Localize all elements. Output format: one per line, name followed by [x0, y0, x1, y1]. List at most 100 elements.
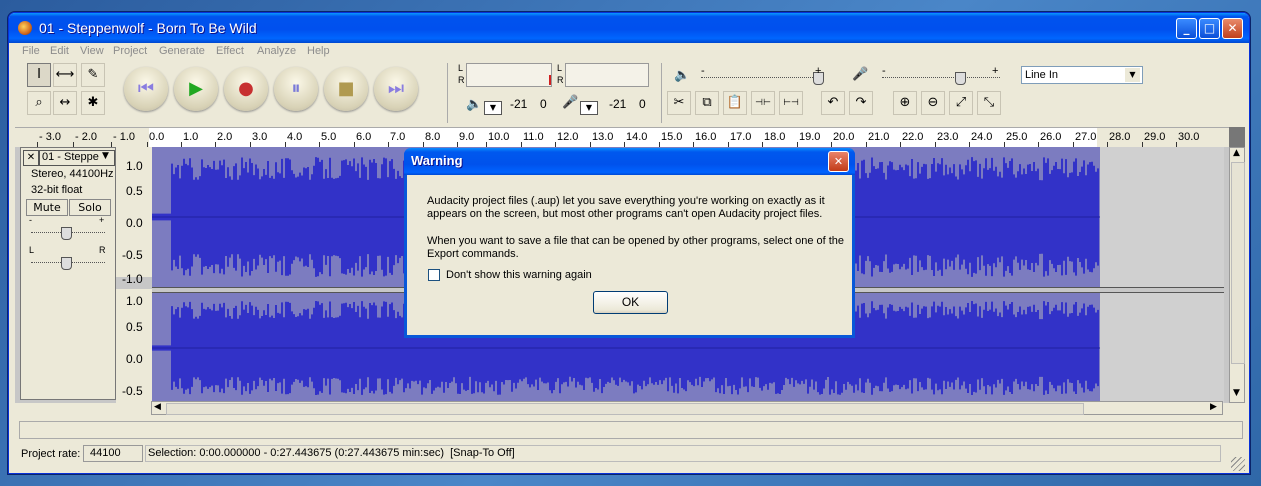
track-control-panel: ✕ 01 - Steppe ▼ Stereo, 44100Hz 32-bit f… [20, 147, 116, 400]
menu-generate[interactable]: Generate [159, 45, 205, 57]
menu-file[interactable]: File [22, 45, 40, 57]
scale-label: -1.0 [122, 272, 143, 286]
warning-dialog: Warning ✕ Audacity project files (.aup) … [404, 148, 855, 338]
solo-button[interactable]: Solo [69, 199, 111, 216]
silence-icon[interactable]: ⊢⊣ [779, 91, 803, 115]
empty-timeline-area[interactable] [1100, 147, 1224, 287]
input-source-select[interactable]: Line In ▼ [1021, 66, 1143, 84]
speaker-icon[interactable]: 🔈 [466, 97, 482, 112]
paste-icon[interactable]: 📋 [723, 91, 747, 115]
empty-timeline-area[interactable] [1100, 293, 1224, 403]
zoom-out-icon[interactable]: ⊖ [921, 91, 945, 115]
envelope-tool[interactable]: ⟷ [53, 63, 77, 87]
draw-tool[interactable]: ✎ [81, 63, 105, 87]
trim-icon[interactable]: ⊣⊢ [751, 91, 775, 115]
ruler-tick-label: 0.0 [149, 131, 165, 143]
track-close-button[interactable]: ✕ [23, 150, 39, 166]
redo-icon[interactable]: ↷ [849, 91, 873, 115]
ruler-tick-label: 24.0 [971, 131, 993, 143]
scale-label: 0.5 [126, 320, 143, 334]
timeline-ruler[interactable]: - 3.0 - 2.0 - 1.0 0.0 1.0 2.0 3.0 4.0 5.0 6.0 7.0 8… [15, 127, 1229, 149]
dialog-title: Warning [411, 153, 463, 168]
menu-help[interactable]: Help [307, 45, 330, 57]
horizontal-scrollbar[interactable]: ◀ ▶ [151, 401, 1223, 415]
menu-analyze[interactable]: Analyze [257, 45, 296, 57]
gain-slider-thumb[interactable] [61, 227, 72, 240]
menu-effect[interactable]: Effect [216, 45, 244, 57]
scroll-down-icon[interactable]: ▼ [1233, 388, 1240, 398]
title-bar[interactable]: 01 - Steppenwolf - Born To Be Wild _ □ ✕ [9, 13, 1249, 43]
ruler-tick-label: 14.0 [626, 131, 648, 143]
ruler-tick-label: - 3.0 [39, 131, 62, 143]
zoom-in-icon[interactable]: ⊕ [893, 91, 917, 115]
input-source-value: Line In [1025, 69, 1059, 81]
maximize-button[interactable]: □ [1199, 18, 1220, 39]
dialog-message-line: Audacity project files (.aup) let you sa… [427, 195, 825, 207]
ruler-tick-label: 25.0 [1006, 131, 1028, 143]
ruler-tick-label: 27.0 [1075, 131, 1097, 143]
ruler-tick-label: 19.0 [799, 131, 821, 143]
pause-button[interactable]: ⏸ [274, 67, 318, 111]
microphone-icon[interactable]: 🎤 [562, 95, 578, 110]
output-slider-minus: - [701, 65, 705, 77]
fit-project-icon[interactable]: ⤡ [977, 91, 1001, 115]
cut-icon[interactable]: ✂ [667, 91, 691, 115]
dont-show-label[interactable]: Don't show this warning again [446, 269, 746, 282]
dialog-title-bar[interactable]: Warning ✕ [404, 148, 855, 175]
chevron-down-icon[interactable]: ▼ [1125, 68, 1140, 82]
copy-icon[interactable]: ⧉ [695, 91, 719, 115]
project-rate-select[interactable]: 44100 [83, 445, 143, 462]
output-volume-slider[interactable] [701, 72, 824, 85]
zoom-tool[interactable]: ⌕ [27, 91, 51, 115]
pan-right-label: R [99, 245, 106, 255]
skip-to-start-button[interactable]: ⏮ [124, 67, 168, 111]
dialog-close-button[interactable]: ✕ [828, 151, 849, 172]
fit-selection-icon[interactable]: ⤢ [949, 91, 973, 115]
scroll-up-icon[interactable]: ▲ [1233, 148, 1240, 158]
pan-slider[interactable] [31, 257, 105, 270]
ruler-tick-label: 2.0 [217, 131, 233, 143]
input-slider-minus: - [882, 65, 886, 77]
selection-tool[interactable]: I [27, 63, 51, 87]
input-volume-thumb[interactable] [955, 72, 966, 85]
vertical-scroll-thumb[interactable] [1231, 162, 1245, 364]
ruler-tick-label: 11.0 [523, 131, 544, 143]
pan-slider-thumb[interactable] [61, 257, 72, 270]
record-button[interactable]: ● [224, 67, 268, 111]
resize-grip[interactable] [1231, 457, 1245, 471]
timeshift-tool[interactable]: ↔ [53, 91, 77, 115]
mute-button[interactable]: Mute [26, 199, 68, 216]
ruler-tick-label: 4.0 [287, 131, 303, 143]
track-name: 01 - Steppe [42, 151, 99, 163]
window-title: 01 - Steppenwolf - Born To Be Wild [39, 20, 257, 36]
ruler-tick-label: 10.0 [488, 131, 510, 143]
scroll-right-icon[interactable]: ▶ [1210, 402, 1217, 412]
project-rate-label: Project rate: [21, 448, 81, 460]
menu-project[interactable]: Project [113, 45, 147, 57]
dialog-message-line: appears on the screen, but most other pr… [427, 208, 823, 220]
record-meter-menu-arrow-icon[interactable]: ▼ [580, 101, 598, 115]
output-slider-plus: + [815, 65, 822, 77]
input-volume-slider[interactable] [882, 72, 1000, 85]
play-button[interactable]: ▶ [174, 67, 218, 111]
menu-bar: File Edit View Project Generate Effect A… [9, 43, 1249, 61]
scroll-left-icon[interactable]: ◀ [154, 402, 161, 412]
ruler-tick-label: 17.0 [730, 131, 752, 143]
menu-edit[interactable]: Edit [50, 45, 69, 57]
vertical-scrollbar[interactable]: ▲ ▼ [1229, 147, 1245, 403]
ok-button[interactable]: OK [593, 291, 668, 314]
undo-icon[interactable]: ↶ [821, 91, 845, 115]
minimize-button[interactable]: _ [1176, 18, 1197, 39]
close-window-button[interactable]: ✕ [1222, 18, 1243, 39]
track-name-menu[interactable]: 01 - Steppe ▼ [39, 150, 115, 166]
dont-show-checkbox[interactable] [428, 269, 440, 281]
multi-tool[interactable]: ✱ [81, 91, 105, 115]
scale-label: -0.5 [122, 384, 143, 398]
skip-to-end-button[interactable]: ⏭ [374, 67, 418, 111]
playback-meter-menu-arrow-icon[interactable]: ▼ [484, 101, 502, 115]
horizontal-scroll-thumb[interactable] [166, 403, 1084, 415]
ruler-tick-label: 5.0 [321, 131, 337, 143]
menu-view[interactable]: View [80, 45, 104, 57]
stop-button[interactable]: ■ [324, 67, 368, 111]
gain-slider[interactable] [31, 227, 105, 240]
